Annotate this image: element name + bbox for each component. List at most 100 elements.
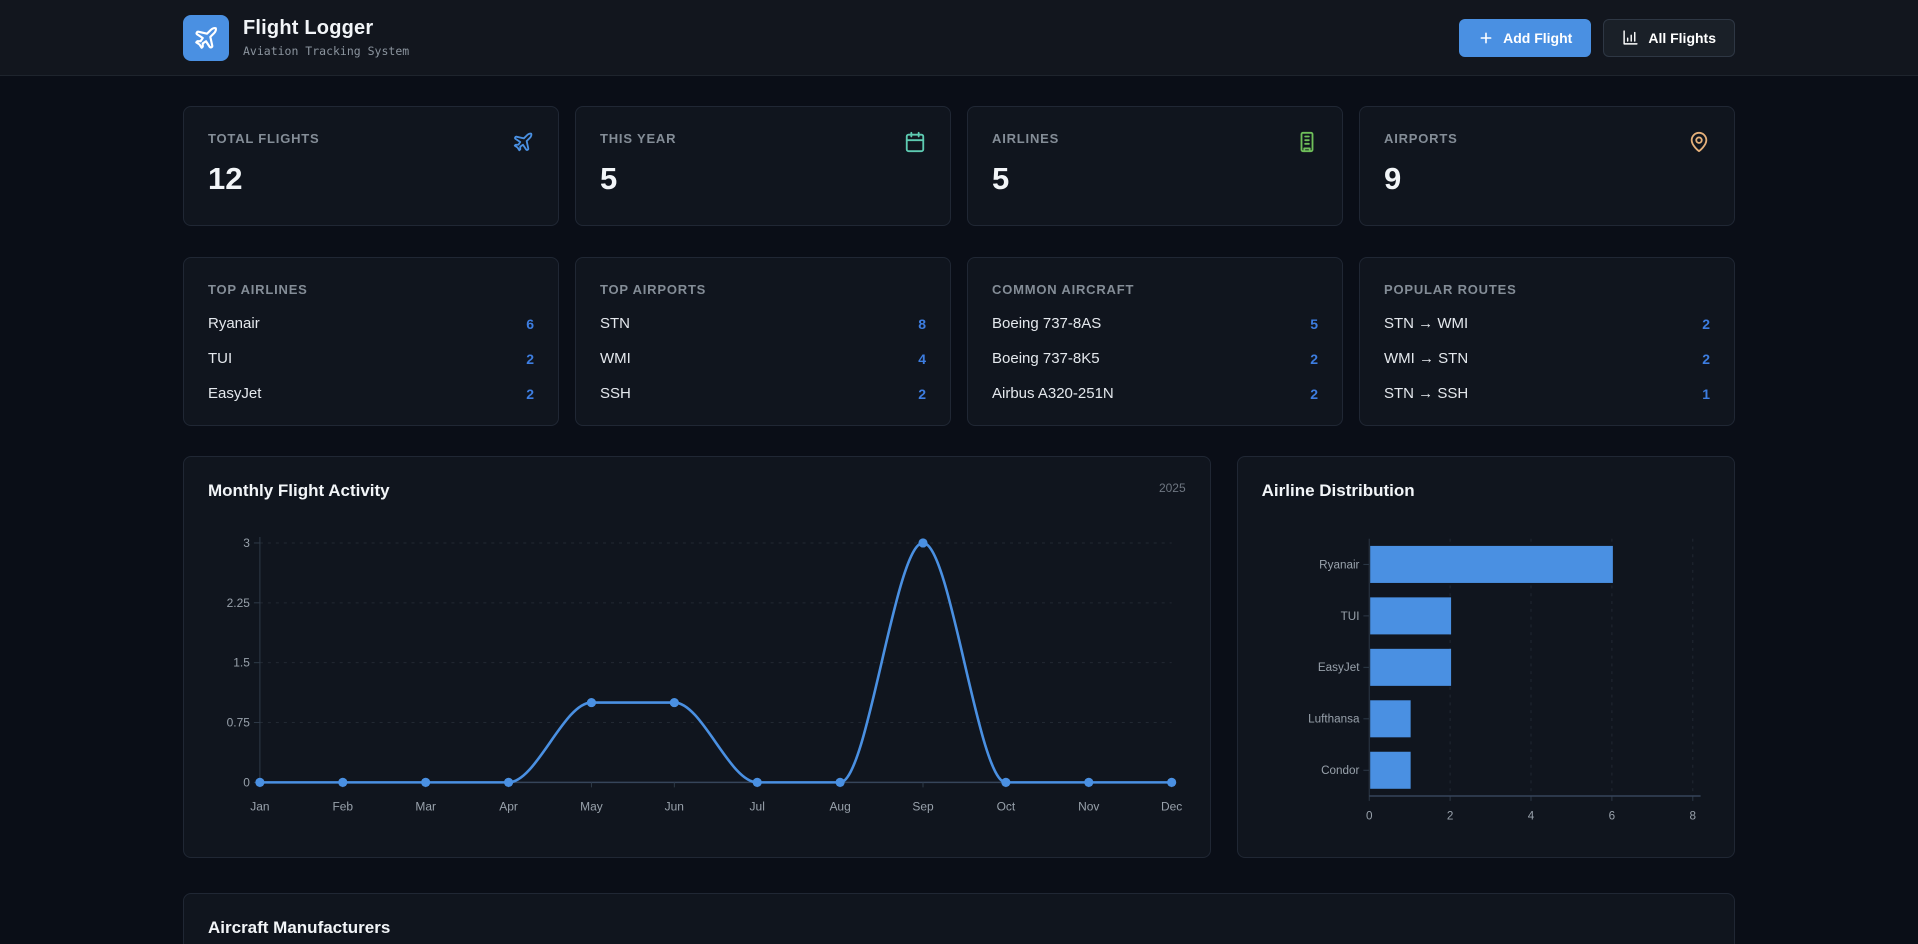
stat-value: 12 [208,161,534,197]
list-item-count: 2 [526,386,534,402]
list-item: SSH 2 [600,385,926,402]
stat-card-airports: AIRPORTS 9 [1359,106,1735,226]
list-item-count: 4 [918,351,926,367]
list-item: STN → WMI 2 [1384,315,1710,332]
svg-text:2.25: 2.25 [227,596,251,610]
svg-text:Jun: Jun [665,799,684,813]
list-item-label: STN → SSH [1384,385,1468,402]
add-flight-label: Add Flight [1503,30,1572,46]
list-item: Ryanair 6 [208,315,534,332]
svg-text:0.75: 0.75 [227,716,251,730]
section-title: Aircraft Manufacturers [208,918,1710,938]
list-item-count: 2 [1702,316,1710,332]
list-item: STN → SSH 1 [1384,385,1710,402]
list-item-label: TUI [208,350,232,367]
stat-card-airlines: AIRLINES 5 [967,106,1343,226]
stat-value: 9 [1384,161,1710,197]
svg-text:4: 4 [1527,809,1534,822]
list-item-count: 2 [1702,351,1710,367]
svg-text:8: 8 [1689,809,1696,822]
list-item-label: STN [600,315,630,332]
svg-text:Dec: Dec [1161,799,1182,813]
svg-text:TUI: TUI [1340,610,1359,623]
svg-text:Mar: Mar [415,799,436,813]
svg-text:Lufthansa: Lufthansa [1308,713,1360,726]
list-item-label: Airbus A320-251N [992,385,1114,402]
stat-label: TOTAL FLIGHTS [208,131,320,146]
svg-text:0: 0 [1366,809,1373,822]
svg-text:Jan: Jan [250,799,269,813]
stat-value: 5 [600,161,926,197]
airline-distribution-card: Airline Distribution 02468RyanairTUIEasy… [1237,456,1735,858]
list-item-count: 5 [1310,316,1318,332]
list-item-count: 6 [526,316,534,332]
list-item: Boeing 737-8AS 5 [992,315,1318,332]
list-item-label: Boeing 737-8AS [992,315,1101,332]
list-item-count: 1 [1702,386,1710,402]
page-subtitle: Aviation Tracking System [243,44,409,58]
list-item: TUI 2 [208,350,534,367]
chart-title: Airline Distribution [1262,481,1415,501]
stat-card-this-year: THIS YEAR 5 [575,106,951,226]
page-title: Flight Logger [243,17,409,40]
monthly-activity-line-chart: 0 0.75 1.5 2.25 3 Jan Feb Mar Apr May Jun Jul Aug Sep… [208,527,1186,826]
stats-row: TOTAL FLIGHTS 12 THIS YEAR 5 AIRLINES [183,106,1735,226]
list-item-count: 2 [1310,386,1318,402]
svg-text:1.5: 1.5 [233,656,250,670]
list-item: STN 8 [600,315,926,332]
map-pin-icon [1688,131,1710,153]
top-airports-card: TOP AIRPORTS STN 8 WMI 4 SSH 2 [575,257,951,426]
list-item-count: 2 [918,386,926,402]
list-item-label: Ryanair [208,315,260,332]
brand: Flight Logger Aviation Tracking System [183,15,409,61]
list-item: WMI → STN 2 [1384,350,1710,367]
svg-text:Apr: Apr [499,799,518,813]
list-item-label: Boeing 737-8K5 [992,350,1100,367]
plane-icon [193,25,219,51]
list-item-count: 2 [526,351,534,367]
plane-icon [512,131,534,153]
list-title: TOP AIRPORTS [600,282,926,297]
list-item-label: STN → WMI [1384,315,1468,332]
stat-card-total-flights: TOTAL FLIGHTS 12 [183,106,559,226]
stat-label: THIS YEAR [600,131,676,146]
stat-label: AIRPORTS [1384,131,1458,146]
add-flight-button[interactable]: Add Flight [1459,19,1591,57]
airline-distribution-bar-chart: 02468RyanairTUIEasyJetLufthansaCondor [1262,527,1710,833]
monthly-activity-card: Monthly Flight Activity 2025 00.751.52.2… [183,456,1211,858]
svg-text:Ryanair: Ryanair [1319,558,1359,571]
list-item: EasyJet 2 [208,385,534,402]
list-item-label: EasyJet [208,385,261,402]
app-header: Flight Logger Aviation Tracking System A… [0,0,1918,76]
svg-text:Jul: Jul [750,799,765,813]
svg-text:Oct: Oct [997,799,1016,813]
svg-text:May: May [580,799,603,813]
list-item: Airbus A320-251N 2 [992,385,1318,402]
list-item-label: SSH [600,385,631,402]
svg-text:Nov: Nov [1078,799,1099,813]
list-title: POPULAR ROUTES [1384,282,1710,297]
svg-text:EasyJet: EasyJet [1318,661,1360,674]
stat-label: AIRLINES [992,131,1059,146]
list-item: WMI 4 [600,350,926,367]
bar-chart-icon [1622,29,1639,46]
svg-text:Aug: Aug [829,799,850,813]
list-title: TOP AIRLINES [208,282,534,297]
list-item-count: 8 [918,316,926,332]
svg-text:Condor: Condor [1321,764,1359,777]
year-badge: 2025 [1159,481,1186,495]
svg-text:2: 2 [1446,809,1453,822]
common-aircraft-card: COMMON AIRCRAFT Boeing 737-8AS 5 Boeing … [967,257,1343,426]
charts-row: Monthly Flight Activity 2025 00.751.52.2… [183,456,1735,858]
app-logo [183,15,229,61]
svg-text:0: 0 [243,775,250,789]
aircraft-manufacturers-card: Aircraft Manufacturers [183,893,1735,944]
list-title: COMMON AIRCRAFT [992,282,1318,297]
svg-text:3: 3 [243,536,250,550]
svg-text:Feb: Feb [332,799,353,813]
list-item: Boeing 737-8K5 2 [992,350,1318,367]
stat-value: 5 [992,161,1318,197]
all-flights-button[interactable]: All Flights [1603,19,1735,57]
svg-text:Sep: Sep [912,799,934,813]
list-item-label: WMI [600,350,631,367]
